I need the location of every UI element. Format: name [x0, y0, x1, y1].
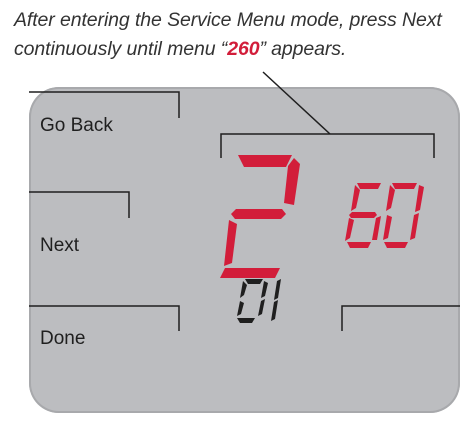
menu-digit-small-0	[383, 183, 424, 248]
next-button-zone[interactable]	[29, 191, 130, 218]
done-button-zone[interactable]	[29, 305, 180, 331]
option-value-01	[237, 279, 281, 323]
menu-number-bracket	[220, 133, 435, 158]
menu-digit-large-2	[220, 155, 300, 278]
menu-digit-small-6	[345, 183, 381, 248]
right-button-zone[interactable]	[341, 305, 460, 331]
lcd-segment-overlay	[29, 71, 460, 331]
go-back-button-zone[interactable]	[29, 91, 180, 118]
callout-pointer-line	[262, 71, 331, 135]
